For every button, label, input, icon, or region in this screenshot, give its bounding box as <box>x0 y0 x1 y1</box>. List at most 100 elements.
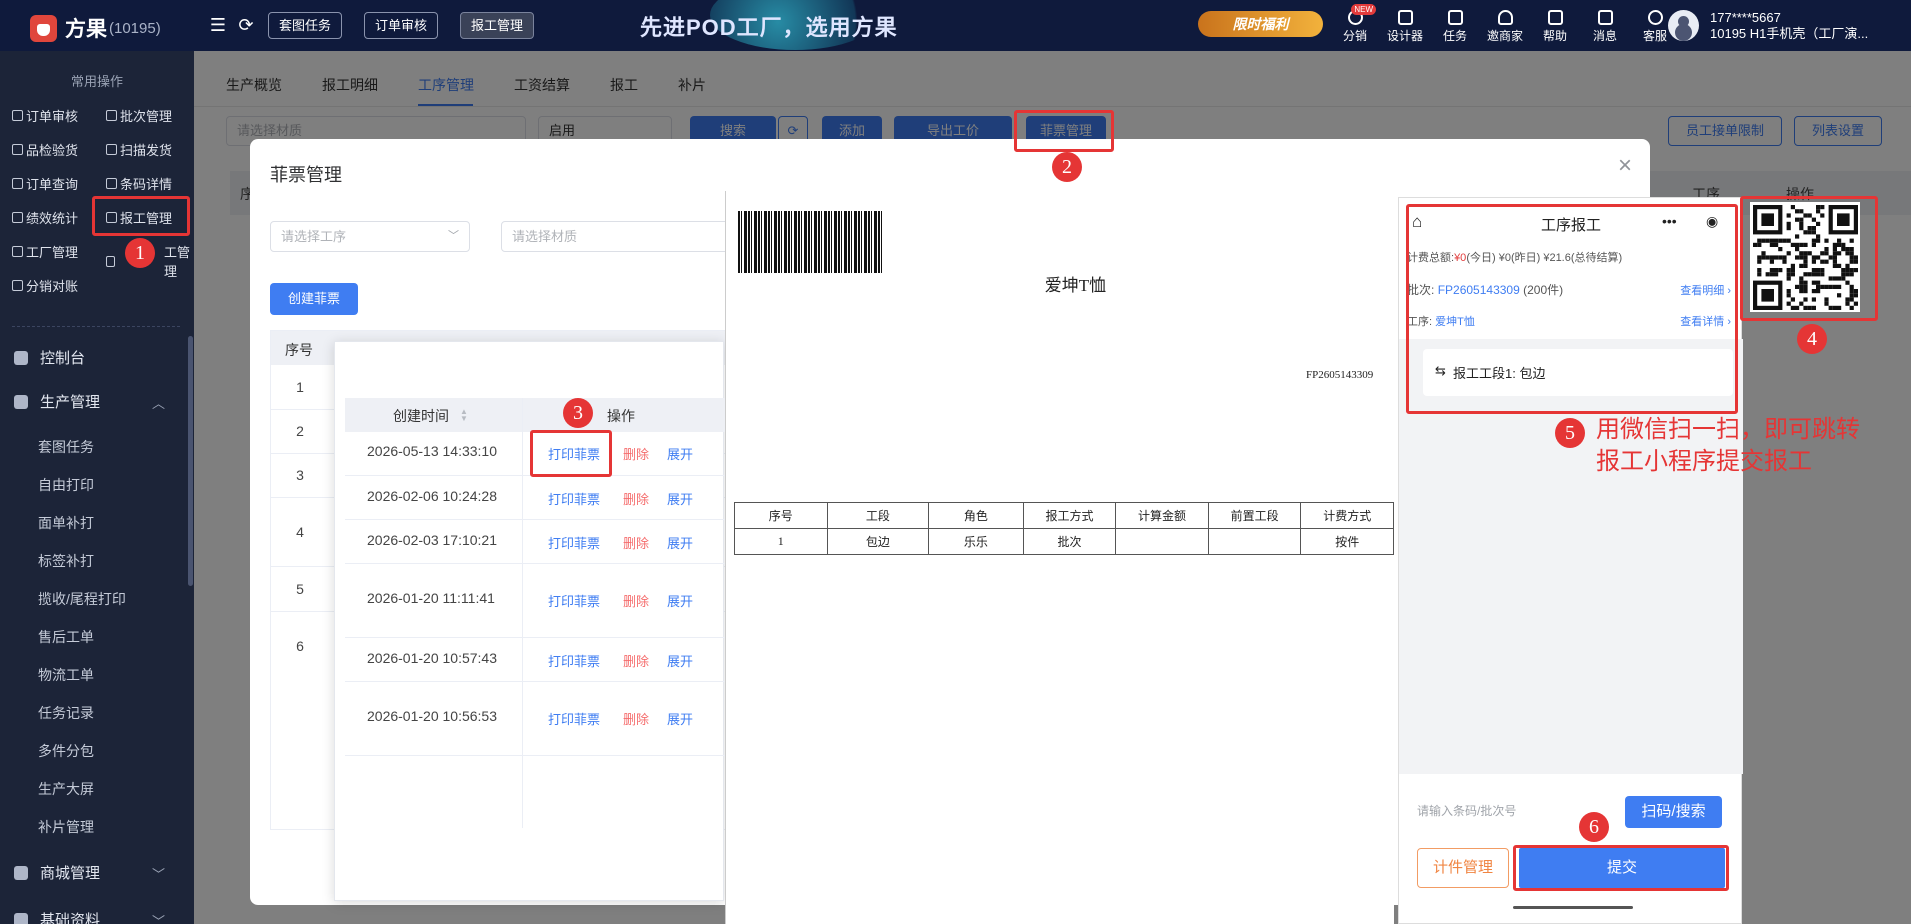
expand-link[interactable]: 展开 <box>667 444 693 463</box>
quick-item[interactable]: 批次管理 <box>106 106 172 125</box>
fp-print-preview: 爱坤T恤 FP2605143309 序号 工段 角色 报工方式 计算金额 前置工… <box>725 191 1394 924</box>
step-badge: 3 <box>563 398 593 428</box>
quick-item[interactable]: 条码详情 <box>106 174 172 193</box>
sidebar-sub-item[interactable]: 标签补打 <box>38 551 94 571</box>
quick-item[interactable]: 订单审核 <box>12 106 78 125</box>
nav-group-base[interactable]: 基础资料 ﹀ <box>14 909 165 924</box>
row-index: 1 <box>296 379 304 395</box>
sidebar-sub-item[interactable]: 物流工单 <box>38 665 94 685</box>
scan-search-button[interactable]: 扫码/搜索 <box>1625 796 1722 828</box>
promo-button[interactable]: 限时福利 <box>1198 11 1323 37</box>
process-select[interactable]: 请选择工序 ﹀ <box>270 221 470 252</box>
sidebar-sub-item[interactable]: 套图任务 <box>38 437 94 457</box>
table-cell: 工段 <box>826 502 930 529</box>
delete-link[interactable]: 删除 <box>623 709 649 728</box>
quick-item[interactable]: 扫描发货 <box>106 140 172 159</box>
barcode-input[interactable]: 请输入条码/批次号 <box>1417 794 1589 828</box>
chevron-down-icon: ﹀ <box>152 867 166 882</box>
nav-designer[interactable]: 设计器 <box>1380 6 1430 44</box>
nav-group-production[interactable]: 生产管理 ︿ <box>14 391 165 412</box>
quick-label: 条码详情 <box>120 177 173 192</box>
highlight-box <box>530 430 612 477</box>
delete-link[interactable]: 删除 <box>623 444 649 463</box>
nav-group-mall[interactable]: 商城管理 ﹀ <box>14 862 165 883</box>
quick-item[interactable]: 订单查询 <box>12 174 78 193</box>
top-banner[interactable]: 先进POD工厂，选用方果 <box>640 10 898 42</box>
print-fp-link[interactable]: 打印菲票 <box>548 533 600 552</box>
delete-link[interactable]: 删除 <box>623 651 649 670</box>
avatar[interactable] <box>1668 10 1699 41</box>
row-index: 5 <box>296 581 304 597</box>
sidebar-sub-item[interactable]: 任务记录 <box>38 703 94 723</box>
nav-label: 消息 <box>1592 29 1617 43</box>
nav-task[interactable]: 任务 <box>1430 6 1480 44</box>
brand-logo[interactable]: 方果 (10195) <box>30 13 161 43</box>
top-tab-3[interactable]: 报工管理 <box>460 12 535 39</box>
instruction-note: 用微信扫一扫，即可跳转 报工小程序提交报工 <box>1596 414 1860 478</box>
brand-name: 方果 <box>65 18 107 41</box>
print-fp-link[interactable]: 打印菲票 <box>548 489 600 508</box>
expand-link[interactable]: 展开 <box>667 533 693 552</box>
sort-icon[interactable]: ▲ ▼ <box>460 408 468 423</box>
piecework-button[interactable]: 计件管理 <box>1417 848 1509 888</box>
preview-title: 爱坤T恤 <box>1044 276 1107 295</box>
expand-link[interactable]: 展开 <box>667 489 693 508</box>
sidebar-sub-item[interactable]: 补片管理 <box>38 817 94 837</box>
nav-invite[interactable]: 邀商家 <box>1480 6 1530 44</box>
expand-link[interactable]: 展开 <box>667 651 693 670</box>
quick-item[interactable]: 品检验货 <box>12 140 78 159</box>
divider <box>345 519 725 520</box>
note-line: 用微信扫一扫，即可跳转 <box>1596 416 1860 443</box>
material-select[interactable]: 请选择材质 <box>501 221 731 252</box>
table-cell: 批次 <box>1022 528 1117 555</box>
row-index: 4 <box>296 524 304 540</box>
checkbox-icon <box>12 144 23 155</box>
sidebar-sub-item[interactable]: 生产大屏 <box>38 779 94 799</box>
chevron-down-icon: ﹀ <box>152 914 166 924</box>
group-label: 控制台 <box>40 350 86 367</box>
create-fp-button[interactable]: 创建菲票 <box>270 283 358 315</box>
checkbox-icon <box>12 280 23 291</box>
top-tab-2[interactable]: 订单审核 <box>364 12 439 39</box>
print-fp-link[interactable]: 打印菲票 <box>548 709 600 728</box>
quick-item[interactable]: 工厂管理 <box>12 242 78 261</box>
sidebar-sub-item[interactable]: 多件分包 <box>38 741 94 761</box>
top-tab-1[interactable]: 套图任务 <box>268 12 343 39</box>
table-row: 序号 工段 角色 报工方式 计算金额 前置工段 计费方式 <box>734 502 1394 529</box>
create-time: 2026-01-20 10:56:53 <box>367 708 497 724</box>
preview-table: 序号 工段 角色 报工方式 计算金额 前置工段 计费方式 1 包边 乐乐 批次 … <box>734 502 1394 555</box>
nav-group-console[interactable]: 控制台 <box>14 347 85 368</box>
users-icon <box>1497 10 1513 25</box>
refresh-icon[interactable]: ⟳ <box>236 15 256 35</box>
top-bar: 方果 (10195) ☰ ⟳ 套图任务 订单审核 报工管理 先进POD工厂，选用… <box>0 0 1911 51</box>
task-icon <box>1447 10 1463 25</box>
sidebar-sub-item[interactable]: 揽收/尾程打印 <box>38 589 126 609</box>
delete-link[interactable]: 删除 <box>623 533 649 552</box>
create-time: 2026-01-20 11:11:41 <box>367 590 495 606</box>
group-label: 生产管理 <box>40 394 101 411</box>
expand-link[interactable]: 展开 <box>667 591 693 610</box>
nav-help[interactable]: 帮助 <box>1530 6 1580 44</box>
brand-icon <box>30 14 57 42</box>
expand-link[interactable]: 展开 <box>667 709 693 728</box>
sidebar-scrollbar[interactable] <box>188 336 193 586</box>
sidebar-sub-item[interactable]: 自由打印 <box>38 475 94 495</box>
delete-link[interactable]: 删除 <box>623 591 649 610</box>
print-fp-link[interactable]: 打印菲票 <box>548 591 600 610</box>
sidebar-sub-item[interactable]: 面单补打 <box>38 513 94 533</box>
highlight-box <box>1406 204 1738 414</box>
quick-item[interactable]: 绩效统计 <box>12 208 78 227</box>
highlight-box <box>1740 196 1878 321</box>
chevron-up-icon: ︿ <box>152 396 166 411</box>
barcode-icon <box>106 178 117 189</box>
nav-distribution[interactable]: NEW 分销 <box>1330 4 1380 44</box>
menu-toggle-icon[interactable]: ☰ <box>208 15 228 35</box>
print-fp-link[interactable]: 打印菲票 <box>548 651 600 670</box>
sidebar-sub-item[interactable]: 售后工单 <box>38 627 94 647</box>
nav-message[interactable]: 消息 <box>1580 6 1630 44</box>
close-icon[interactable]: × <box>1612 153 1638 179</box>
quick-item[interactable]: 分销对账 <box>12 276 78 295</box>
table-cell: 按件 <box>1300 528 1394 555</box>
delete-link[interactable]: 删除 <box>623 489 649 508</box>
user-info[interactable]: 177****5667 10195 H1手机壳（工厂演... <box>1710 10 1868 42</box>
